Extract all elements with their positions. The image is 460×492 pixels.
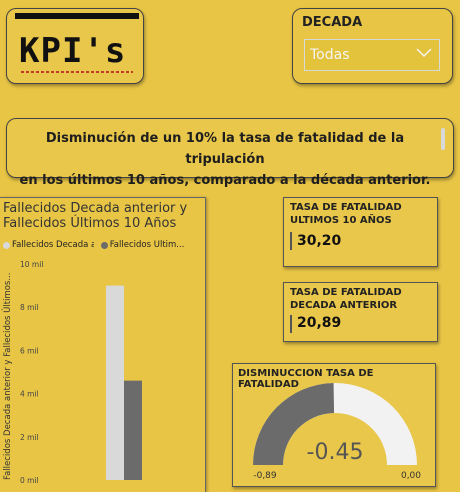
card-value: 30,20 [297,233,342,249]
card-tasa-anterior: TASA DE FATALIDAD DECADA ANTERIOR 20,89 [283,282,438,342]
gauge-value: -0.45 [307,440,364,465]
banner-line-1: Disminución de un 10% la tasa de fatalid… [45,131,405,167]
card-label-line-1: TASA DE FATALIDAD [290,202,402,213]
card-label-line-1: TASA DE FATALIDAD [290,287,402,298]
y-tick-label: 10 mil [20,260,43,269]
y-tick-label: 0 mil [20,476,39,485]
fallecidos-column-chart: Fallecidos Decada anterior y Fallecidos … [0,197,206,492]
banner-scrollbar[interactable] [441,128,445,150]
slicer-label: DECADA [302,15,363,30]
gauge-plot: -0.45 -0,89 0,00 [253,383,421,481]
gauge-disminucion: DISMINUCCION TASA DE FATALIDAD -0.45 -0,8… [232,363,436,487]
y-tick-label: 4 mil [20,390,39,399]
bar-decada-anterior [106,285,124,480]
bar-ultimos-10-anos [124,380,142,480]
column-chart-plot: 0 mil 2 mil 4 mil 6 mil 8 mil 10 mil Fallecido… [1,260,142,485]
spellcheck-underline [21,71,133,73]
card-label: TASA DE FATALIDAD DECADA ANTERIOR [290,286,402,312]
banner-text: Disminución de un 10% la tasa de fatalid… [15,128,435,191]
card-value: 20,89 [297,315,342,331]
banner-line-2: en los últimos 10 años, comparado a la d… [19,173,431,188]
card-label: TASA DE FATALIDAD ULTIMOS 10 AÑOS [290,201,402,227]
chevron-down-icon [416,48,432,58]
decada-dropdown[interactable]: Todas [304,39,440,71]
gauge-min-label: -0,89 [253,471,277,481]
page-title: KPI's [19,31,127,71]
card-label-line-2: ULTIMOS 10 AÑOS [290,215,392,226]
card-tasa-ultimos: TASA DE FATALIDAD ULTIMOS 10 AÑOS 30,20 [283,197,438,267]
y-axis-label: Fallecidos Decada anterior y Fallecidos … [1,273,13,480]
y-tick-label: 2 mil [20,433,39,442]
card-value-bar [290,315,292,333]
card-label-line-2: DECADA ANTERIOR [290,300,398,311]
title-accent-bar [15,13,139,19]
kpi-title-card: KPI's [6,8,144,84]
y-tick-label: 8 mil [20,303,39,312]
dropdown-selected-value: Todas [310,47,350,63]
y-tick-label: 6 mil [20,346,39,355]
decada-slicer: DECADA Todas [292,8,453,84]
summary-banner: Disminución de un 10% la tasa de fatalid… [6,118,454,188]
gauge-max-label: 0,00 [401,471,421,481]
card-value-bar [290,232,292,250]
